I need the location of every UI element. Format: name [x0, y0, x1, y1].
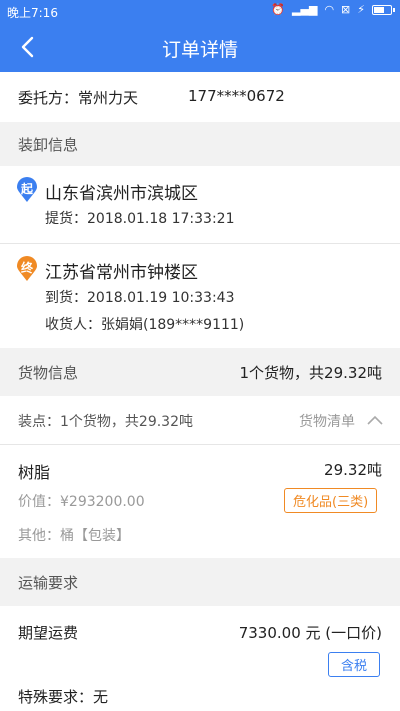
cargo-section-title: 货物信息 [18, 364, 79, 382]
destination-block: 终 江苏省常州市钟楼区 到货：2018.01.19 10:33:43 收货人：张… [0, 244, 400, 348]
consignor-phone[interactable]: 177****0672 [188, 87, 285, 105]
origin-badge: 起 [20, 182, 33, 196]
status-bar: 晚上7:16 ⏰ ▂▄▆ ◠ ⊠ ⚡ [0, 0, 400, 22]
transport-section-title: 运输要求 [18, 574, 79, 592]
consignor-label: 委托方：常州力天 [18, 89, 139, 107]
signal-icon: ▂▄▆ [292, 3, 318, 16]
cargo-name: 树脂 [18, 463, 51, 482]
cargo-weight: 29.32吨 [324, 461, 382, 479]
cargo-section-header: 货物信息 1个货物，共29.32吨 [0, 348, 400, 396]
status-time: 晚上7:16 [7, 6, 58, 20]
freight-amount: 7330.00 元 (一口价) [238, 624, 382, 642]
destination-arrival-time: 到货：2018.01.19 10:33:43 [45, 290, 235, 306]
alarm-icon: ⏰ [271, 3, 286, 16]
hazard-tag: 危化品(三类) [284, 488, 378, 513]
loading-point-row[interactable]: 装点：1个货物，共29.32吨 货物清单 [0, 396, 400, 444]
cargo-other: 其他：桶【包装】 [18, 528, 130, 544]
origin-pickup-time: 提货：2018.01.18 17:33:21 [45, 211, 235, 227]
origin-block: 起 山东省滨州市滨城区 提货：2018.01.18 17:33:21 [0, 166, 400, 243]
tax-included-tag: 含税 [328, 652, 381, 677]
loading-section-header: 装卸信息 [0, 122, 400, 166]
cargo-list-label[interactable]: 货物清单 [299, 411, 355, 431]
origin-address: 山东省滨州市滨城区 [45, 184, 198, 204]
cargo-summary: 1个货物，共29.32吨 [239, 364, 383, 382]
transport-section-header: 运输要求 [0, 558, 400, 606]
chevron-up-icon[interactable] [366, 412, 384, 426]
nav-bar: 订单详情 [0, 22, 400, 72]
origin-pin-icon: 起 [16, 177, 38, 203]
destination-badge: 终 [20, 261, 33, 275]
sim-icon: ⊠ [341, 3, 351, 16]
loading-section-title: 装卸信息 [18, 136, 79, 154]
charging-icon: ⚡ [357, 3, 365, 16]
freight-label: 期望运费 [18, 624, 79, 642]
destination-address: 江苏省常州市钟楼区 [45, 263, 198, 283]
cargo-value: 价值：¥293200.00 [18, 494, 145, 510]
wifi-icon: ◠ [324, 3, 335, 16]
loading-point-text: 装点：1个货物，共29.32吨 [18, 414, 193, 430]
page-title: 订单详情 [161, 39, 238, 61]
status-icons: ⏰ ▂▄▆ ◠ ⊠ ⚡ [271, 3, 395, 16]
battery-icon [372, 4, 395, 15]
special-requirements: 特殊要求：无 [18, 688, 109, 706]
consignor-row: 委托方：常州力天 177****0672 [0, 72, 400, 122]
destination-receiver[interactable]: 收货人：张娟娟(189****9111) [45, 314, 244, 334]
freight-block: 期望运费 7330.00 元 (一口价) 含税 特殊要求：无 [0, 606, 400, 711]
cargo-item-card: 树脂 29.32吨 价值：¥293200.00 危化品(三类) 其他：桶【包装】 [0, 445, 400, 558]
destination-pin-icon: 终 [16, 256, 38, 282]
